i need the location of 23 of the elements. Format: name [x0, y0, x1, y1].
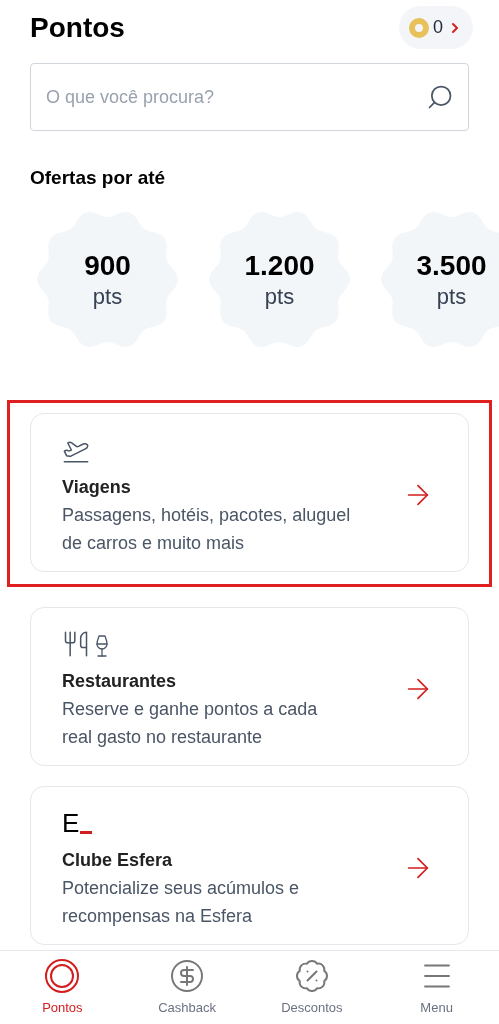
esfera-logo: E — [62, 809, 93, 836]
search-field[interactable]: O que você procura? — [30, 63, 469, 131]
percent-badge-icon — [293, 957, 330, 994]
rings-icon — [44, 957, 81, 994]
search-icon — [426, 83, 454, 111]
category-title: Clube Esfera — [62, 848, 174, 872]
category-title: Restaurantes — [62, 669, 178, 693]
category-card[interactable]: Restaurantes Reserve e ganhe pontos a cada real gasto no restaurante — [30, 606, 469, 766]
nav-tab[interactable]: Cashback — [124, 951, 250, 1024]
nav-tab[interactable]: Menu — [374, 951, 499, 1024]
category-card[interactable]: E Clube Esfera Potencialize seus acúmulos e recompensas na Esfera — [30, 785, 469, 945]
dollar-coin-icon — [169, 957, 206, 994]
coin-icon — [409, 17, 429, 38]
points-balance-button[interactable]: 0 — [399, 6, 473, 49]
page-title: Pontos — [30, 10, 125, 45]
category-title: Viagens — [62, 475, 132, 499]
section-title: Ofertas por até — [29, 166, 167, 190]
nav-tab[interactable]: Descontos — [249, 951, 375, 1024]
category-description: Reserve e ganhe pontos a cada real gasto no restaurante — [62, 697, 319, 749]
category-description: Passagens, hotéis, pacotes, aluguel de carros e muito mais — [62, 503, 352, 555]
category-description: Potencialize seus acúmulos e recompensas na Esfera — [62, 876, 301, 928]
category-card[interactable]: Viagens Passagens, hotéis, pacotes, aluguel de carros e muito mais — [30, 412, 469, 572]
nav-tab[interactable]: Pontos — [0, 951, 125, 1024]
